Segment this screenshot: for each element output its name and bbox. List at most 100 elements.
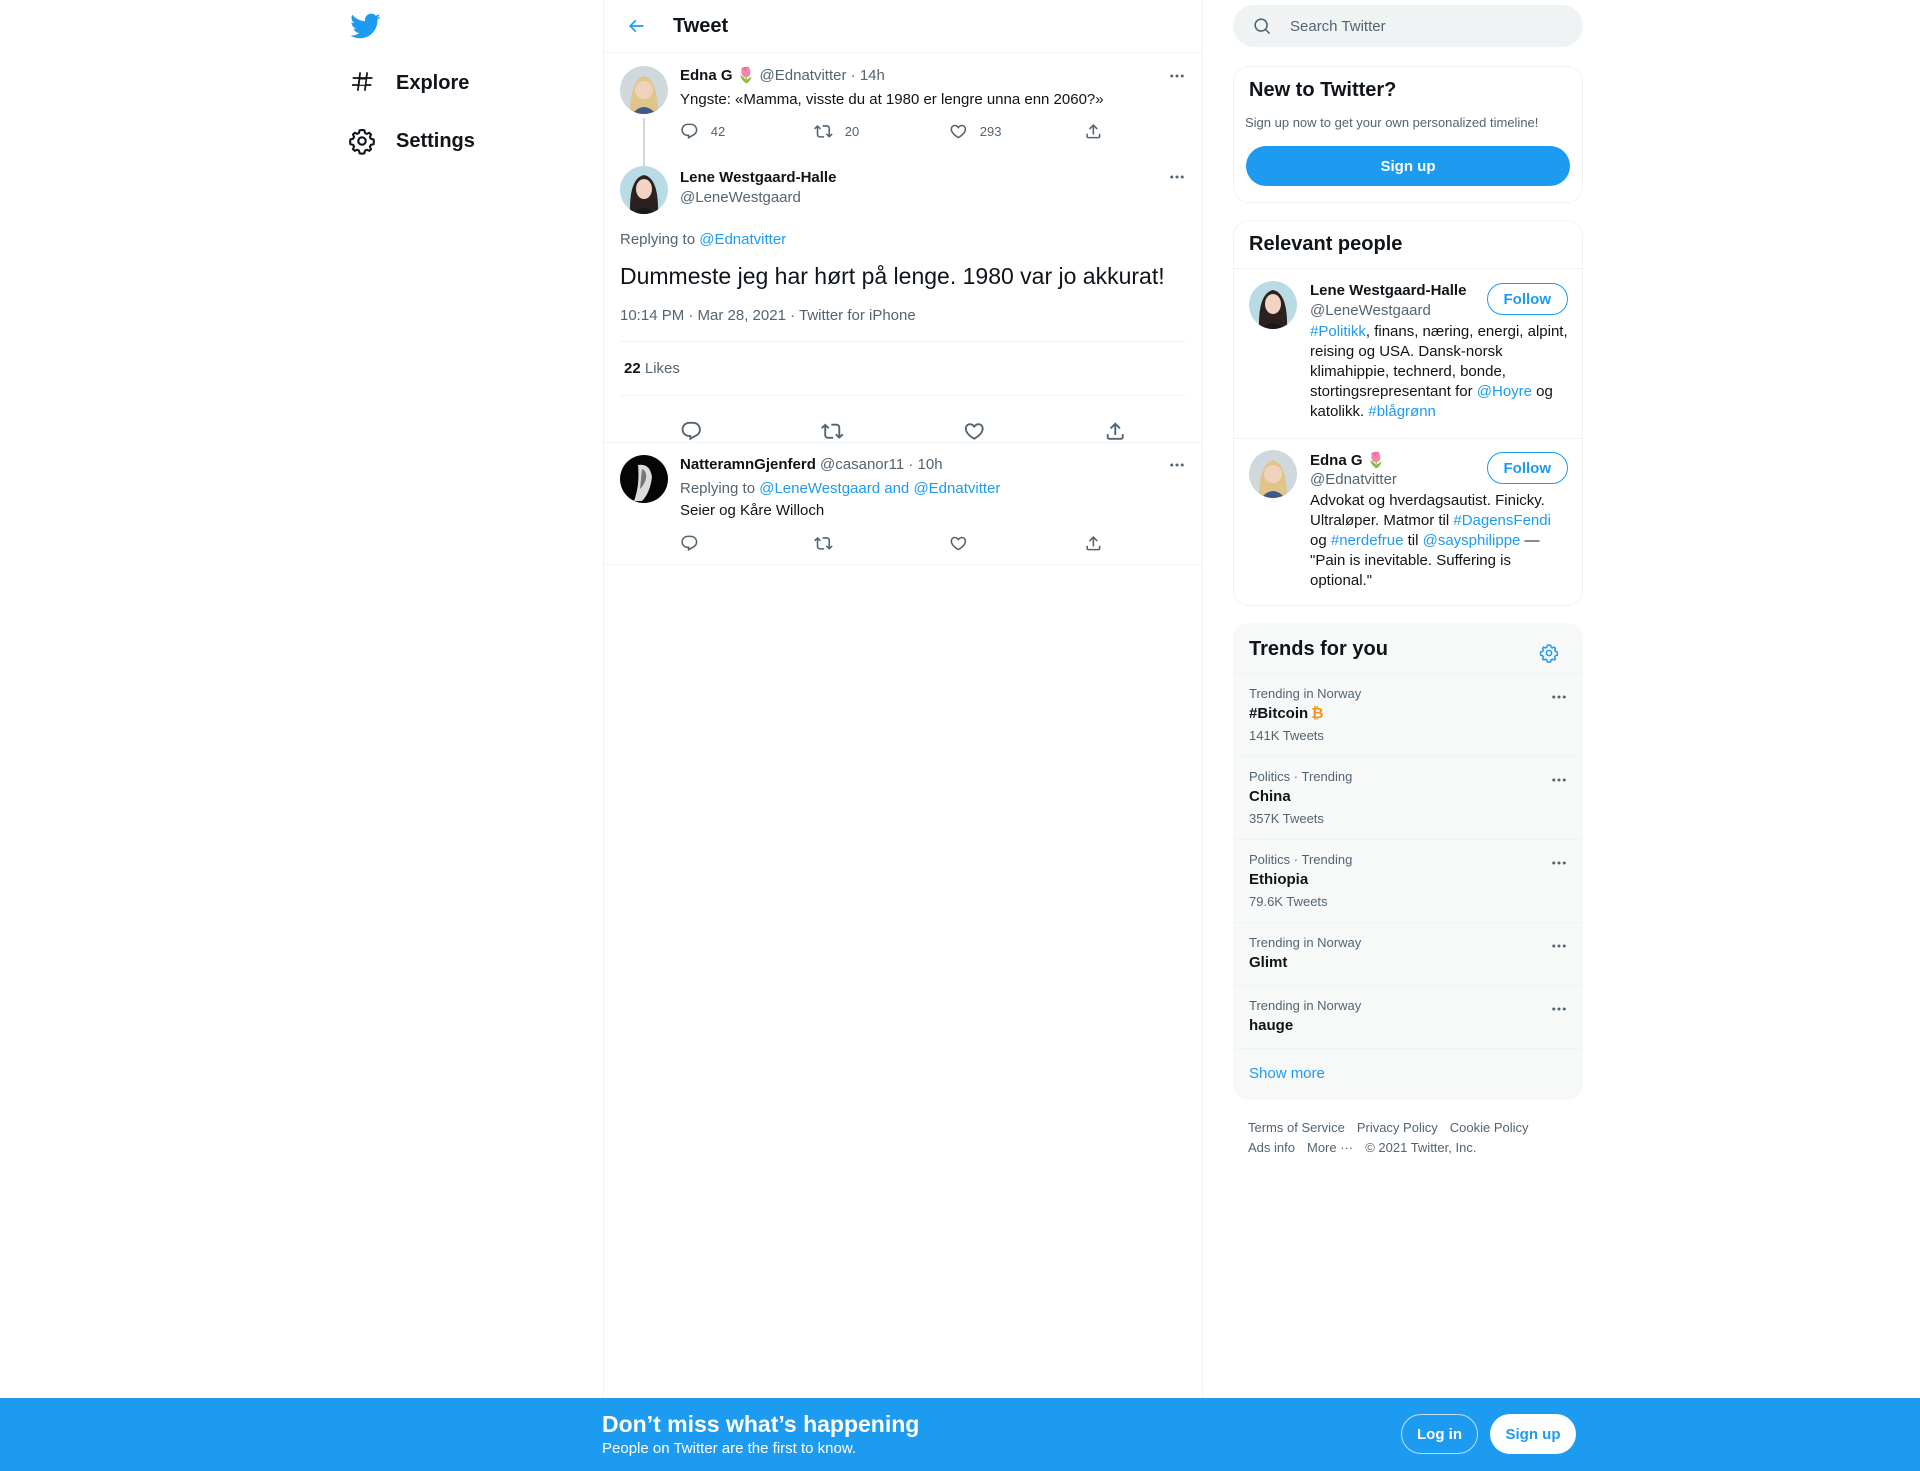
follow-button[interactable]: Follow	[1486, 283, 1568, 315]
tweet-text: Dummeste jeg har hørt på lenge. 1980 var…	[620, 263, 1165, 289]
twitter-logo-icon[interactable]	[349, 10, 381, 42]
likes-stat[interactable]: 22 Likes	[624, 360, 680, 377]
bitcoin-icon: ₿	[1311, 705, 1324, 722]
reply-button[interactable]	[680, 534, 814, 553]
person-handle[interactable]: @Ednatvitter	[1310, 471, 1397, 488]
nav-settings[interactable]: Settings	[348, 117, 475, 165]
divider	[620, 395, 1186, 396]
more-icon	[1170, 463, 1184, 467]
like-button[interactable]	[963, 420, 986, 443]
trend-more-button[interactable]	[1547, 851, 1571, 875]
reply-button[interactable]: 42	[680, 122, 814, 141]
avatar-edna[interactable]	[620, 66, 668, 114]
replying-mention[interactable]: @Ednatvitter	[699, 231, 786, 248]
tweet-actions	[680, 534, 1120, 553]
login-button[interactable]: Log in	[1401, 1414, 1478, 1454]
retweet-button[interactable]: 20	[814, 122, 949, 141]
parent-tweet[interactable]: Edna G 🌷 @Ednatvitter · 14h Yngste: «Mam…	[604, 54, 1202, 168]
trend-name: #Bitcoin	[1249, 705, 1309, 722]
person-bio: Advokat og hverdagsautist. Finicky. Ultr…	[1310, 491, 1568, 591]
author-handle[interactable]: @Ednatvitter	[760, 67, 847, 84]
replying-mentions[interactable]: @LeneWestgaard and @Ednatvitter	[759, 480, 1000, 497]
more-icon	[1552, 778, 1566, 782]
like-button[interactable]	[949, 534, 1084, 553]
share-button[interactable]	[1104, 420, 1127, 443]
nav-explore[interactable]: Explore	[348, 59, 469, 107]
trend-item[interactable]: Trending in Norway Glimt	[1234, 923, 1582, 986]
more-options-button[interactable]	[1165, 165, 1189, 189]
footer-ads-link[interactable]: Ads info	[1248, 1138, 1295, 1158]
trend-category: Trending in Norway	[1249, 935, 1362, 950]
search-input[interactable]	[1290, 17, 1550, 35]
signup-card: New to Twitter? Sign up now to get your …	[1233, 66, 1583, 203]
bio-hashtag[interactable]: #blågrønn	[1368, 403, 1436, 420]
share-button[interactable]	[1084, 122, 1103, 141]
retweet-icon	[814, 125, 833, 138]
footer-terms-link[interactable]: Terms of Service	[1248, 1118, 1345, 1138]
show-more-link[interactable]: Show more	[1249, 1065, 1325, 1082]
tweet-meta: Edna G 🌷 @Ednatvitter · 14h	[680, 66, 885, 84]
main-column: Tweet Edna G 🌷 @Ednatvitter · 14h Yngste…	[603, 0, 1203, 1398]
more-options-button[interactable]	[1165, 64, 1189, 88]
person-handle[interactable]: @LeneWestgaard	[1310, 302, 1431, 319]
follow-button[interactable]: Follow	[1486, 452, 1568, 484]
trend-more-button[interactable]	[1547, 997, 1571, 1021]
tweet-text: Yngste: «Mamma, visste du at 1980 er len…	[680, 91, 1104, 108]
person-name[interactable]: Edna G	[1310, 452, 1363, 469]
trend-more-button[interactable]	[1547, 685, 1571, 709]
author-handle[interactable]: @LeneWestgaard	[680, 189, 801, 206]
footer-cookie-link[interactable]: Cookie Policy	[1450, 1118, 1529, 1138]
author-handle[interactable]: @casanor11	[820, 456, 904, 473]
tweet-time[interactable]: · 14h	[851, 67, 885, 84]
trend-item[interactable]: Trending in Norway hauge	[1234, 986, 1582, 1049]
bottom-signup-button[interactable]: Sign up	[1490, 1414, 1576, 1454]
bio-hashtag[interactable]: #nerdefrue	[1331, 532, 1404, 549]
bio-hashtag[interactable]: #Politikk	[1310, 323, 1366, 340]
bio-hashtag[interactable]: #DagensFendi	[1453, 512, 1551, 529]
likes-count: 22	[624, 360, 641, 377]
trends-settings-button[interactable]	[1532, 636, 1566, 670]
share-icon	[1086, 124, 1101, 139]
footer-privacy-link[interactable]: Privacy Policy	[1357, 1118, 1438, 1138]
retweet-button[interactable]	[821, 420, 844, 443]
like-button[interactable]: 293	[949, 122, 1084, 141]
avatar-edna[interactable]	[1249, 450, 1297, 498]
trend-item[interactable]: Trending in Norway #Bitcoin ₿ 141K Tweets	[1234, 674, 1582, 757]
author-name[interactable]: Lene Westgaard-Halle	[680, 169, 836, 186]
trend-item[interactable]: Politics · Trending Ethiopia 79.6K Tweet…	[1234, 840, 1582, 923]
divider	[620, 341, 1186, 342]
share-button[interactable]	[1084, 534, 1103, 553]
signup-button[interactable]: Sign up	[1246, 146, 1570, 186]
signup-subtitle: Sign up now to get your own personalized…	[1245, 115, 1539, 130]
bottom-bar-title: Don’t miss what’s happening	[602, 1411, 920, 1437]
tweet-timestamp[interactable]: 10:14 PM · Mar 28, 2021 · Twitter for iP…	[620, 307, 916, 324]
person-name[interactable]: Lene Westgaard-Halle	[1310, 282, 1466, 299]
avatar-natteramn[interactable]	[620, 455, 668, 503]
avatar-lene[interactable]	[620, 166, 668, 214]
trend-more-button[interactable]	[1547, 768, 1571, 792]
bio-mention[interactable]: @saysphilippe	[1423, 532, 1521, 549]
search-bar[interactable]	[1233, 5, 1583, 47]
person-item[interactable]: Lene Westgaard-Halle @LeneWestgaard Foll…	[1234, 269, 1582, 438]
trend-name: Glimt	[1249, 954, 1288, 971]
author-name[interactable]: Edna G	[680, 67, 733, 84]
trend-item[interactable]: Politics · Trending China 357K Tweets	[1234, 757, 1582, 840]
back-arrow-icon	[628, 19, 644, 33]
person-item[interactable]: Edna G 🌷 @Ednatvitter Follow Advokat og …	[1234, 439, 1582, 605]
trend-more-button[interactable]	[1547, 934, 1571, 958]
bio-mention[interactable]: @Hoyre	[1477, 383, 1532, 400]
reply-count: 42	[710, 123, 726, 139]
thread-line	[643, 118, 645, 168]
avatar-lene[interactable]	[1249, 281, 1297, 329]
author-name[interactable]: NatteramnGjenferd	[680, 456, 816, 473]
tweet-meta: NatteramnGjenferd @casanor11 · 10h	[680, 456, 943, 473]
retweet-icon	[821, 423, 844, 439]
reply-button[interactable]	[680, 420, 703, 443]
reply-tweet[interactable]: NatteramnGjenferd @casanor11 · 10h Reply…	[604, 443, 1202, 565]
back-button[interactable]	[618, 8, 654, 44]
tweet-time[interactable]: · 10h	[908, 456, 942, 473]
retweet-button[interactable]	[814, 534, 949, 553]
footer-more-link[interactable]: More ···	[1307, 1138, 1353, 1158]
more-options-button[interactable]	[1165, 453, 1189, 477]
more-icon	[1552, 1007, 1566, 1011]
